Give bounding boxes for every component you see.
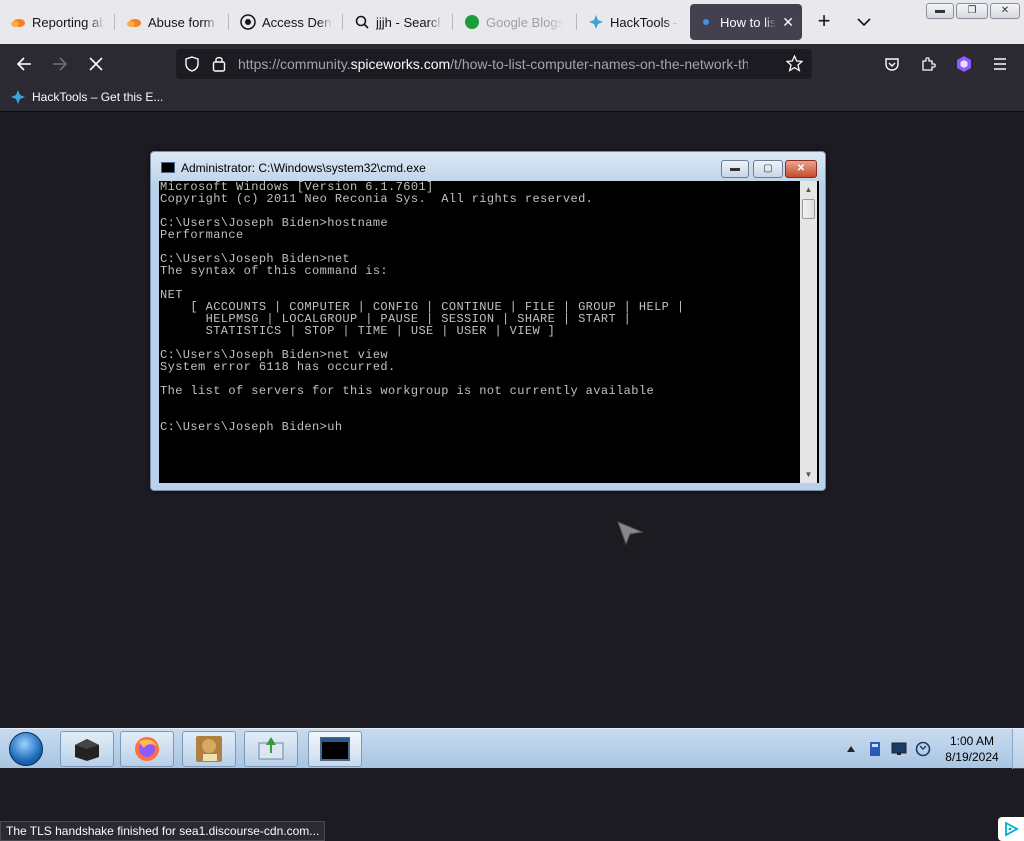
tab-access-denied[interactable]: Access Denied	[232, 4, 340, 40]
bookmark-star-icon[interactable]	[785, 54, 804, 77]
tab-label: Reporting abuse	[32, 14, 104, 30]
hamburger-icon	[994, 58, 1006, 70]
stop-icon	[89, 57, 103, 71]
spiceworks-icon	[698, 14, 714, 30]
cmd-minimize-button: ▬	[721, 160, 749, 178]
taskbar-installer[interactable]	[244, 731, 298, 767]
cloudflare-icon	[126, 14, 142, 30]
scroll-thumb	[802, 199, 815, 219]
navigation-toolbar: https://community.spiceworks.com/t/how-t…	[0, 44, 1024, 84]
bookmark-hacktools[interactable]: HackTools – Get this E...	[10, 89, 163, 105]
forward-button[interactable]	[48, 52, 72, 76]
puzzle-icon	[922, 57, 936, 71]
tab-label: Abuse form | Cloudflare	[148, 14, 218, 30]
tab-label: How to list computer	[720, 14, 777, 30]
extension-button[interactable]	[952, 52, 976, 76]
tray-network-icon[interactable]	[890, 729, 908, 769]
close-window-button[interactable]: ✕	[990, 3, 1020, 19]
windows-logo-icon	[9, 732, 43, 766]
minimize-button[interactable]: ▬	[926, 3, 954, 19]
hacktools-icon	[588, 14, 604, 30]
taskbar-box-app[interactable]	[60, 731, 114, 767]
extension-cube-icon	[957, 56, 971, 72]
tab-abuse-form[interactable]: Abuse form | Cloudflare	[118, 4, 226, 40]
clock-date: 8/19/2024	[945, 750, 999, 764]
taskbar-boxer-game[interactable]	[182, 731, 236, 767]
cmd-maximize-button: ▢	[753, 160, 783, 178]
tray-volume-icon[interactable]	[914, 729, 932, 769]
tracking-shield-icon[interactable]	[184, 56, 200, 77]
firefox-icon	[135, 737, 159, 761]
cmd-close-button: ✕	[785, 160, 817, 178]
arrow-right-icon	[53, 57, 68, 71]
cloudflare-icon	[10, 14, 26, 30]
dog-box-icon	[196, 736, 222, 762]
show-desktop-button[interactable]	[1012, 729, 1024, 769]
cmd-icon	[161, 162, 175, 173]
cmd-console: Microsoft Windows [Version 6.1.7601] Cop…	[159, 181, 819, 483]
box-icon	[75, 739, 99, 761]
taskbar-cmd[interactable]	[308, 731, 362, 767]
mouse-cursor-icon	[617, 521, 644, 546]
status-bar: The TLS handshake finished for sea1.disc…	[0, 821, 326, 841]
scroll-up-icon: ▲	[804, 185, 813, 194]
chevron-up-icon	[847, 746, 855, 752]
maximize-button[interactable]: ❐	[956, 3, 988, 19]
access-icon	[240, 14, 256, 30]
adchoices-icon[interactable]	[998, 817, 1024, 841]
back-button[interactable]	[12, 52, 36, 76]
tab-reporting[interactable]: Reporting abuse	[2, 4, 112, 40]
page-content: Administrator: C:\Windows\system32\cmd.e…	[0, 113, 1024, 841]
search-icon	[354, 14, 370, 30]
tab-google-blogs[interactable]: Google Blogs	[456, 4, 574, 40]
new-tab-button[interactable]: +	[812, 10, 836, 34]
chevron-down-icon	[857, 18, 871, 26]
tab-label: jjjh - Search	[376, 14, 442, 30]
lock-icon[interactable]	[212, 55, 226, 77]
installer-icon	[258, 737, 284, 760]
start-button[interactable]	[6, 731, 46, 767]
tab-how-to-list[interactable]: How to list computer ✕	[690, 4, 802, 40]
tab-strip: Reporting abuse Abuse form | Cloudflare …	[0, 0, 1024, 44]
url-text[interactable]: https://community.spiceworks.com/t/how-t…	[238, 56, 748, 72]
tab-list-button[interactable]	[852, 10, 876, 34]
cmd-window-screenshot: Administrator: C:\Windows\system32\cmd.e…	[150, 151, 826, 491]
cmd-titlebar: Administrator: C:\Windows\system32\cmd.e…	[151, 152, 825, 182]
close-tab-icon[interactable]: ✕	[782, 14, 794, 31]
tab-label: HackTools – Get this	[610, 14, 678, 30]
cmd-taskbar-icon	[320, 737, 350, 761]
bookmark-label: HackTools – Get this E...	[32, 90, 164, 104]
console-output: Microsoft Windows [Version 6.1.7601] Cop…	[160, 180, 685, 434]
tab-search[interactable]: jjjh - Search	[346, 4, 450, 40]
pocket-button[interactable]	[880, 52, 904, 76]
extensions-button[interactable]	[916, 52, 940, 76]
hacktools-icon	[11, 90, 25, 104]
clock-time: 1:00 AM	[949, 734, 995, 748]
green-circle-icon	[464, 14, 480, 30]
taskbar-firefox[interactable]	[120, 731, 174, 767]
address-bar[interactable]: https://community.spiceworks.com/t/how-t…	[176, 49, 812, 79]
scroll-down-icon: ▼	[804, 470, 813, 479]
stop-button[interactable]	[84, 52, 108, 76]
menu-button[interactable]	[988, 52, 1012, 76]
cmd-title: Administrator: C:\Windows\system32\cmd.e…	[181, 161, 426, 175]
system-clock[interactable]: 1:00 AM 8/19/2024	[940, 733, 1004, 765]
show-hidden-icons[interactable]	[844, 729, 858, 769]
pocket-icon	[885, 58, 899, 71]
windows-taskbar: 1:00 AM 8/19/2024	[0, 728, 1024, 769]
tab-label: Access Denied	[262, 14, 332, 30]
tab-hacktools[interactable]: HackTools – Get this	[580, 4, 686, 40]
tab-label: Google Blogs	[486, 14, 565, 30]
arrow-left-icon	[16, 57, 31, 71]
bookmarks-toolbar: HackTools – Get this E...	[0, 84, 1024, 112]
tray-notebook-icon[interactable]	[866, 729, 884, 769]
console-scrollbar: ▲ ▼	[800, 181, 817, 483]
